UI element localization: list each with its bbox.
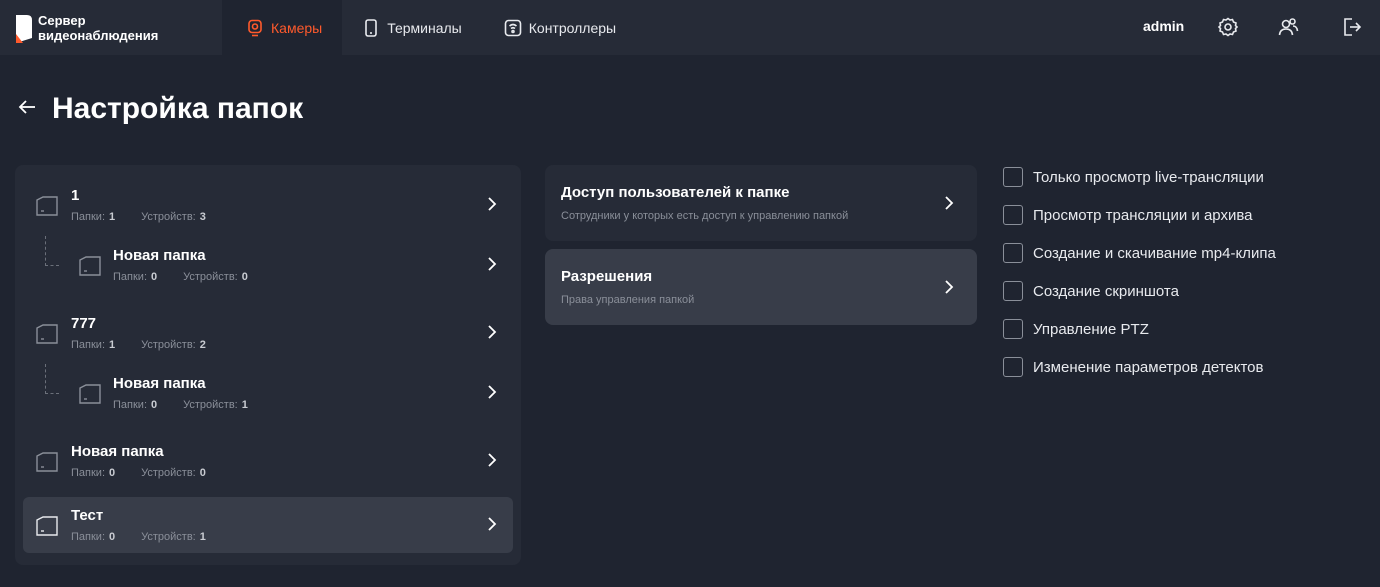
card-subtitle: Права управления папкой	[561, 294, 695, 306]
folder-meta: Папки: 0 Устройств: 1	[71, 531, 206, 543]
folder-icon	[36, 516, 58, 536]
folder-icon	[36, 196, 58, 216]
checkbox-unchecked[interactable]	[1003, 243, 1023, 263]
chevron-right-icon	[943, 195, 955, 211]
folder-meta: Папки: 0 Устройств: 0	[71, 467, 206, 479]
checkbox-label: Только просмотр live-трансляции	[1033, 168, 1264, 186]
card-subtitle: Сотрудники у которых есть доступ к управ…	[561, 210, 849, 222]
settings-gear-icon[interactable]	[1217, 16, 1239, 38]
folder-name: 777	[71, 315, 97, 332]
back-arrow-icon[interactable]	[16, 96, 38, 118]
users-icon[interactable]	[1277, 16, 1299, 38]
subfolder-row[interactable]: Новая папка Папки: 0 Устройств: 1	[23, 365, 513, 421]
checkbox-label: Просмотр трансляции и архива	[1033, 206, 1253, 224]
checkbox-unchecked[interactable]	[1003, 357, 1023, 377]
logo-line-1: Сервер	[38, 12, 86, 28]
chevron-right-icon	[486, 196, 498, 212]
folder-name: Новая папка	[113, 375, 206, 392]
folder-icon	[36, 324, 58, 344]
card-title: Разрешения	[561, 268, 653, 285]
nav-controllers-label: Контроллеры	[528, 19, 617, 36]
checkbox-label: Изменение параметров детектов	[1033, 358, 1264, 376]
nav-terminals-label: Терминалы	[387, 19, 462, 36]
app-logo[interactable]: Сервер видеонаблюдения	[0, 0, 222, 55]
folder-icon	[79, 256, 101, 276]
checkbox-unchecked[interactable]	[1003, 167, 1023, 187]
checkbox-label: Управление PTZ	[1033, 320, 1149, 338]
chevron-right-icon	[486, 384, 498, 400]
camera-icon	[246, 19, 264, 37]
folder-meta: Папки: 0 Устройств: 1	[113, 399, 248, 411]
permission-checkbox-archive-view[interactable]: Просмотр трансляции и архива	[1003, 205, 1253, 225]
logo-text: Сервер видеонаблюдения	[38, 13, 158, 43]
folder-meta: Папки: 0 Устройств: 0	[113, 271, 248, 283]
folder-row-selected[interactable]: Тест Папки: 0 Устройств: 1	[23, 497, 513, 553]
permission-checkbox-live-view[interactable]: Только просмотр live-трансляции	[1003, 167, 1264, 187]
chevron-right-icon	[486, 256, 498, 272]
card-title: Доступ пользователей к папке	[561, 184, 790, 201]
user-name[interactable]: admin	[1143, 18, 1184, 34]
folder-name: Новая папка	[71, 443, 164, 460]
subfolder-row[interactable]: Новая папка Папки: 0 Устройств: 0	[23, 237, 513, 293]
checkbox-unchecked[interactable]	[1003, 319, 1023, 339]
permission-checkbox-mp4-clip[interactable]: Создание и скачивание mp4-клипа	[1003, 243, 1276, 263]
folder-row[interactable]: 1 Папки: 1 Устройств: 3	[23, 177, 513, 233]
logo-line-2: видеонаблюдения	[38, 27, 159, 43]
checkbox-unchecked[interactable]	[1003, 281, 1023, 301]
controller-icon	[504, 19, 522, 37]
chevron-right-icon	[943, 279, 955, 295]
top-bar: Сервер видеонаблюдения Камеры Терминалы …	[0, 0, 1380, 55]
phone-icon	[362, 18, 380, 37]
folder-icon	[79, 384, 101, 404]
folder-name: 1	[71, 187, 80, 204]
main-nav: Камеры Терминалы Контроллеры	[222, 0, 636, 55]
folder-meta: Папки: 1 Устройств: 2	[71, 339, 206, 351]
logo-icon	[14, 12, 34, 44]
folder-list-panel: 1 Папки: 1 Устройств: 3 Новая папка Папки: 0…	[15, 165, 521, 565]
user-access-card[interactable]: Доступ пользователей к папке Сотрудники …	[545, 165, 977, 241]
permission-checkbox-screenshot[interactable]: Создание скриншота	[1003, 281, 1179, 301]
checkbox-label: Создание скриншота	[1033, 282, 1179, 300]
folder-row[interactable]: Новая папка Папки: 0 Устройств: 0	[23, 433, 513, 489]
permission-checkbox-ptz[interactable]: Управление PTZ	[1003, 319, 1149, 339]
folder-icon	[36, 452, 58, 472]
nav-cameras[interactable]: Камеры	[222, 0, 343, 55]
checkbox-unchecked[interactable]	[1003, 205, 1023, 225]
nav-terminals[interactable]: Терминалы	[342, 0, 482, 55]
folder-meta: Папки: 1 Устройств: 3	[71, 211, 206, 223]
checkbox-label: Создание и скачивание mp4-клипа	[1033, 244, 1276, 262]
folder-name: Тест	[71, 507, 104, 524]
permission-checkbox-detectors[interactable]: Изменение параметров детектов	[1003, 357, 1264, 377]
logout-icon[interactable]	[1341, 16, 1363, 38]
nav-controllers[interactable]: Контроллеры	[482, 0, 636, 55]
folder-name: Новая папка	[113, 247, 206, 264]
folder-row[interactable]: 777 Папки: 1 Устройств: 2	[23, 305, 513, 361]
chevron-right-icon	[486, 516, 498, 532]
nav-cameras-label: Камеры	[271, 19, 323, 36]
chevron-right-icon	[486, 324, 498, 340]
permissions-card[interactable]: Разрешения Права управления папкой	[545, 249, 977, 325]
chevron-right-icon	[486, 452, 498, 468]
page-title: Настройка папок	[52, 92, 304, 125]
